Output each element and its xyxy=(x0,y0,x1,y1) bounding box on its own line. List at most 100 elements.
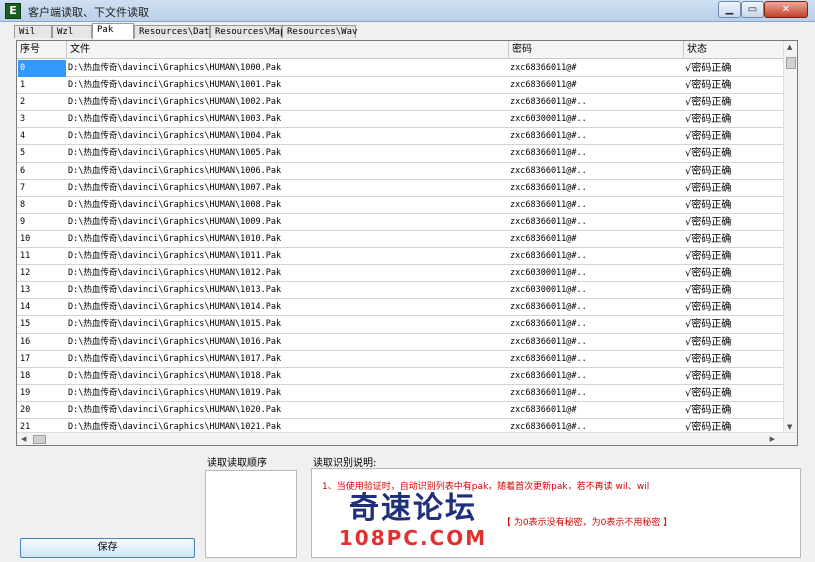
row-file-path: D:\热血传奇\davinci\Graphics\HUMAN\1000.Pak xyxy=(68,63,282,73)
table-row[interactable]: 19 D:\热血传奇\davinci\Graphics\HUMAN\1019.Pa… xyxy=(17,385,783,402)
close-button[interactable]: ✕ xyxy=(764,1,808,18)
row-index: 18 xyxy=(20,370,31,381)
table-row[interactable]: 15 D:\热血传奇\davinci\Graphics\HUMAN\1015.Pa… xyxy=(17,316,783,334)
table-row[interactable]: 0 D:\热血传奇\davinci\Graphics\HUMAN\1000.Pak… xyxy=(17,60,783,78)
table-row[interactable]: 18 D:\热血传奇\davinci\Graphics\HUMAN\1018.Pa… xyxy=(17,368,783,385)
row-file-path: D:\热血传奇\davinci\Graphics\HUMAN\1007.Pak xyxy=(68,182,282,193)
row-password: zxc68366011@#.. xyxy=(510,387,587,398)
read-note-line: 【 为0表示没有秘密，为0表示不用秘密 】 xyxy=(502,518,673,528)
row-index: 1 xyxy=(20,80,26,91)
table-row[interactable]: 1 D:\热血传奇\davinci\Graphics\HUMAN\1001.Pak… xyxy=(17,77,783,95)
row-file-path: D:\热血传奇\davinci\Graphics\HUMAN\1010.Pak xyxy=(68,233,282,244)
row-file-path: D:\热血传奇\davinci\Graphics\HUMAN\1005.Pak xyxy=(68,148,282,159)
table-row[interactable]: 8 D:\热血传奇\davinci\Graphics\HUMAN\1008.Pak… xyxy=(17,197,783,214)
row-index: 9 xyxy=(20,216,26,227)
window-title: 客户端读取、下文件读取 xyxy=(28,6,149,19)
row-status: √密码正确 xyxy=(685,404,732,416)
row-index: 8 xyxy=(20,199,26,210)
read-notes-box[interactable]: 1、当使用验证时，自动识别列表中有pak，随着首次更新pak，若不再读 wil、… xyxy=(311,468,801,558)
horizontal-scroll-thumb[interactable] xyxy=(33,435,46,444)
vertical-scroll-thumb[interactable] xyxy=(786,57,796,69)
row-file-path: D:\热血传奇\davinci\Graphics\HUMAN\1019.Pak xyxy=(68,387,282,398)
column-header-index[interactable]: 序号 xyxy=(17,41,67,59)
key-order-label: 读取读取顺序 xyxy=(207,458,267,469)
row-file-path: D:\热血传奇\davinci\Graphics\HUMAN\1006.Pak xyxy=(68,165,282,176)
table-row[interactable]: 14 D:\热血传奇\davinci\Graphics\HUMAN\1014.Pa… xyxy=(17,299,783,317)
row-file-path: D:\热血传奇\davinci\Graphics\HUMAN\1009.Pak xyxy=(68,216,282,227)
tab-pak[interactable]: Pak xyxy=(92,23,134,39)
row-index: 12 xyxy=(20,268,31,279)
row-status: √密码正确 xyxy=(685,285,732,297)
table-row[interactable]: 3 D:\热血传奇\davinci\Graphics\HUMAN\1003.Pak… xyxy=(17,111,783,129)
column-header-password[interactable]: 密码 xyxy=(509,41,684,59)
table-row[interactable]: 2 D:\热血传奇\davinci\Graphics\HUMAN\1002.Pak… xyxy=(17,94,783,112)
table-row[interactable]: 9 D:\热血传奇\davinci\Graphics\HUMAN\1009.Pak… xyxy=(17,214,783,231)
tab-strip: Wil Wzl Pak Resources\Data Resources\Map… xyxy=(14,23,804,39)
row-password: zxc68366011@# xyxy=(510,404,577,415)
row-status: √密码正确 xyxy=(685,233,732,245)
row-status: √密码正确 xyxy=(685,268,732,280)
horizontal-scrollbar[interactable]: ◀ ▶ xyxy=(17,432,797,445)
scroll-down-arrow-icon[interactable]: ▼ xyxy=(787,423,792,431)
vertical-scrollbar[interactable]: ▲ ▼ xyxy=(783,41,797,433)
key-order-box[interactable] xyxy=(205,470,297,558)
row-file-path: D:\热血传奇\davinci\Graphics\HUMAN\1017.Pak xyxy=(68,353,282,364)
table-row[interactable]: 12 D:\热血传奇\davinci\Graphics\HUMAN\1012.Pa… xyxy=(17,265,783,283)
column-header-status[interactable]: 状态 xyxy=(684,41,785,59)
row-file-path: D:\热血传奇\davinci\Graphics\HUMAN\1014.Pak xyxy=(68,302,282,313)
row-password: zxc68366011@#.. xyxy=(510,216,587,227)
row-index: 15 xyxy=(20,319,31,330)
row-index: 20 xyxy=(20,404,31,415)
maximize-button[interactable]: ▭ xyxy=(741,1,764,18)
row-status: √密码正确 xyxy=(685,353,732,365)
row-index: 13 xyxy=(20,285,31,296)
row-file-path: D:\热血传奇\davinci\Graphics\HUMAN\1013.Pak xyxy=(68,285,282,296)
row-password: zxc68366011@#.. xyxy=(510,251,587,262)
list-rows: 0 D:\热血传奇\davinci\Graphics\HUMAN\1000.Pak… xyxy=(17,60,783,437)
row-password: zxc68366011@# xyxy=(510,63,577,73)
row-index: 4 xyxy=(20,131,26,142)
row-status: √密码正确 xyxy=(685,199,732,211)
row-password: zxc68366011@#.. xyxy=(510,199,587,210)
row-status: √密码正确 xyxy=(685,216,732,228)
column-header-file[interactable]: 文件 xyxy=(67,41,509,59)
tab-wil[interactable]: Wil xyxy=(14,25,52,38)
row-file-path: D:\热血传奇\davinci\Graphics\HUMAN\1015.Pak xyxy=(68,319,282,330)
table-row[interactable]: 11 D:\热血传奇\davinci\Graphics\HUMAN\1011.Pa… xyxy=(17,248,783,266)
table-row[interactable]: 4 D:\热血传奇\davinci\Graphics\HUMAN\1004.Pak… xyxy=(17,128,783,146)
table-row[interactable]: 6 D:\热血传奇\davinci\Graphics\HUMAN\1006.Pak… xyxy=(17,163,783,180)
row-index: 10 xyxy=(20,233,31,244)
table-row[interactable]: 10 D:\热血传奇\davinci\Graphics\HUMAN\1010.Pa… xyxy=(17,231,783,249)
row-password: zxc68366011@#.. xyxy=(510,319,587,330)
row-index: 14 xyxy=(20,302,31,313)
list-header: 序号 文件 密码 状态 xyxy=(17,41,785,59)
app-icon: E xyxy=(5,3,21,19)
save-button[interactable]: 保存 xyxy=(20,538,195,558)
tab-resources-data[interactable]: Resources\Data xyxy=(134,25,215,38)
row-password: zxc68366011@# xyxy=(510,233,577,244)
row-file-path: D:\热血传奇\davinci\Graphics\HUMAN\1001.Pak xyxy=(68,80,282,91)
row-file-path: D:\热血传奇\davinci\Graphics\HUMAN\1004.Pak xyxy=(68,131,282,142)
row-index: 19 xyxy=(20,387,31,398)
row-file-path: D:\热血传奇\davinci\Graphics\HUMAN\1016.Pak xyxy=(68,336,282,347)
scroll-up-arrow-icon[interactable]: ▲ xyxy=(787,43,792,51)
table-row[interactable]: 17 D:\热血传奇\davinci\Graphics\HUMAN\1017.Pa… xyxy=(17,351,783,368)
table-row[interactable]: 16 D:\热血传奇\davinci\Graphics\HUMAN\1016.Pa… xyxy=(17,334,783,351)
row-password: zxc60300011@#.. xyxy=(510,114,587,125)
row-index: 6 xyxy=(20,165,26,176)
table-row[interactable]: 5 D:\热血传奇\davinci\Graphics\HUMAN\1005.Pak… xyxy=(17,145,783,163)
tab-resources-map[interactable]: Resources\Map xyxy=(210,25,285,38)
file-list[interactable]: 序号 文件 密码 状态 0 D:\热血传奇\davinci\Graphics\HU… xyxy=(16,40,798,446)
scroll-left-arrow-icon[interactable]: ◀ xyxy=(21,435,26,443)
tab-wzl[interactable]: Wzl xyxy=(52,25,92,38)
table-row[interactable]: 13 D:\热血传奇\davinci\Graphics\HUMAN\1013.Pa… xyxy=(17,282,783,300)
row-file-path: D:\热血传奇\davinci\Graphics\HUMAN\1011.Pak xyxy=(68,251,282,262)
table-row[interactable]: 7 D:\热血传奇\davinci\Graphics\HUMAN\1007.Pak… xyxy=(17,180,783,197)
row-password: zxc68366011@#.. xyxy=(510,97,587,108)
row-index: 5 xyxy=(20,148,26,159)
minimize-button[interactable]: ▁ xyxy=(718,1,741,18)
table-row[interactable]: 20 D:\热血传奇\davinci\Graphics\HUMAN\1020.Pa… xyxy=(17,402,783,419)
row-status: √密码正确 xyxy=(685,387,732,399)
scroll-right-arrow-icon[interactable]: ▶ xyxy=(770,435,775,443)
tab-resources-wav[interactable]: Resources\Wav xyxy=(282,25,357,38)
